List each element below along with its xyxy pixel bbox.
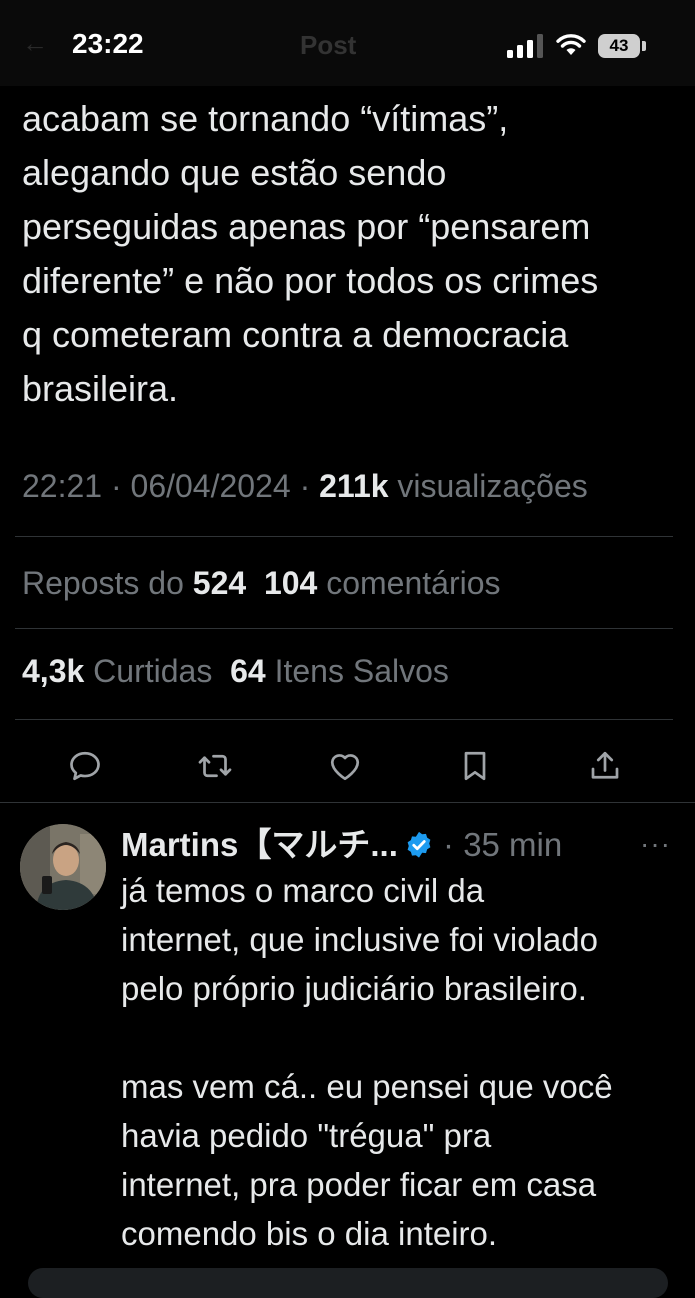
- likes-count: 4,3k: [22, 653, 85, 689]
- likes-link[interactable]: 4,3k Curtidas: [22, 653, 212, 689]
- reply-icon: [70, 751, 100, 781]
- likes-label: Curtidas: [93, 653, 213, 689]
- verified-badge-icon: [407, 831, 431, 858]
- more-options-icon[interactable]: ···: [640, 828, 671, 860]
- avatar-image: [20, 824, 106, 910]
- page-title: Post: [300, 30, 357, 60]
- action-bar: [0, 742, 695, 790]
- bookmark-button[interactable]: [451, 742, 499, 790]
- status-bar: ← 23:22 Post 43: [0, 0, 695, 86]
- reposts-link[interactable]: Reposts do 524: [22, 565, 246, 601]
- reply-time: 35 min: [463, 826, 563, 863]
- bookmark-icon: [464, 751, 486, 781]
- tweet-text-line: q cometeram contra a democracia: [22, 314, 569, 355]
- tweet-date: 06/04/2024: [130, 468, 291, 504]
- reply-header: Martins【マルチ... · 35 min: [121, 826, 563, 863]
- divider: [15, 536, 673, 537]
- views-label: visualizações: [397, 468, 588, 504]
- back-arrow-icon[interactable]: ←: [22, 28, 48, 59]
- reply-text-line: havia pedido "trégua" pra: [121, 1117, 492, 1154]
- saves-label: Itens Salvos: [274, 653, 449, 689]
- tweet-text-line: alegando que estão sendo: [22, 152, 447, 193]
- battery-tip: [642, 41, 646, 51]
- reply-text-line: internet, pra poder ficar em casa: [121, 1166, 597, 1203]
- saves-count: 64: [230, 653, 266, 689]
- share-button[interactable]: [581, 742, 629, 790]
- divider: [15, 628, 673, 629]
- reply-text-line: comendo bis o dia inteiro.: [121, 1215, 498, 1252]
- saves-link[interactable]: 64 Itens Salvos: [230, 653, 449, 689]
- reply-text-line: internet, que inclusive foi violado: [121, 921, 598, 958]
- battery-icon: 43: [598, 34, 640, 58]
- reply-text-line: mas vem cá.. eu pensei que você: [121, 1068, 613, 1105]
- reply-text-line: pelo próprio judiciário brasileiro.: [121, 970, 587, 1007]
- divider: [15, 719, 673, 720]
- status-time: 23:22: [72, 28, 144, 59]
- reply-author-name[interactable]: Martins【マルチ...: [121, 826, 398, 863]
- tweet-metadata: 22:21 · 06/04/2024 · 211k visualizações: [22, 468, 588, 504]
- tweet-text-line: brasileira.: [22, 368, 179, 409]
- avatar[interactable]: [20, 824, 106, 910]
- reply-button[interactable]: [61, 742, 109, 790]
- reposts-label: Reposts do: [22, 565, 184, 601]
- comments-label: comentários: [326, 565, 501, 601]
- wifi-icon: [556, 34, 586, 55]
- reposts-count: 524: [192, 565, 247, 601]
- share-icon: [591, 751, 619, 779]
- tweet-text-line: perseguidas apenas por “pensarem: [22, 206, 591, 247]
- tweet-text-line: diferente” e não por todos os crimes: [22, 260, 599, 301]
- tweet-text: acabam se tornando “vítimas”, alegando q…: [22, 92, 682, 416]
- reply-text-line: já temos o marco civil da: [121, 872, 485, 909]
- tweet-time: 22:21: [22, 468, 103, 504]
- comments-link[interactable]: 104 comentários: [264, 565, 501, 601]
- engagement-row: Reposts do 524 104 comentários: [22, 565, 501, 602]
- like-button[interactable]: [321, 742, 369, 790]
- tweet-text-line: acabam se tornando “vítimas”,: [22, 98, 509, 139]
- like-icon: [330, 754, 360, 781]
- cellular-signal-icon: [507, 34, 543, 58]
- likes-row: 4,3k Curtidas 64 Itens Salvos: [22, 653, 449, 690]
- repost-icon: [198, 754, 232, 778]
- views-count: 211k: [319, 468, 389, 504]
- comments-count: 104: [263, 565, 318, 601]
- divider: [0, 802, 695, 803]
- reply-composer-bar[interactable]: [28, 1268, 668, 1298]
- repost-button[interactable]: [191, 742, 239, 790]
- reply-text: já temos o marco civil da internet, que …: [121, 866, 681, 1258]
